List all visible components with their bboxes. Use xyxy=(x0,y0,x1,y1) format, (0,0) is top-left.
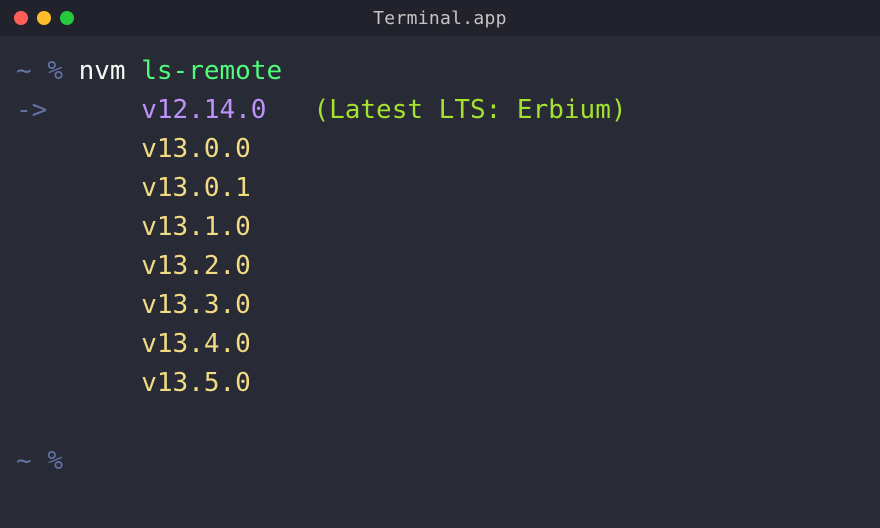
current-version: v12.14.0 xyxy=(141,95,266,125)
command-arg: ls-remote xyxy=(141,56,282,86)
output-version-line: v13.2.0 xyxy=(16,247,864,286)
output-current-line: -> v12.14.0 (Latest LTS: Erbium) xyxy=(16,91,864,130)
traffic-lights xyxy=(14,11,74,25)
arrow-indicator: -> xyxy=(16,95,47,125)
terminal-body[interactable]: ~ % nvm ls-remote -> v12.14.0 (Latest LT… xyxy=(0,36,880,528)
output-version-line: v13.0.1 xyxy=(16,169,864,208)
output-version-line: v13.3.0 xyxy=(16,286,864,325)
prompt-sep: % xyxy=(47,446,63,476)
version-item: v13.0.1 xyxy=(141,173,251,203)
output-version-line: v13.4.0 xyxy=(16,325,864,364)
version-item: v13.1.0 xyxy=(141,212,251,242)
prompt-line: ~ % nvm ls-remote xyxy=(16,52,864,91)
minimize-icon[interactable] xyxy=(37,11,51,25)
titlebar: Terminal.app xyxy=(0,0,880,36)
version-item: v13.0.0 xyxy=(141,134,251,164)
prompt-line: ~ % xyxy=(16,442,864,481)
output-version-line: v13.1.0 xyxy=(16,208,864,247)
close-icon[interactable] xyxy=(14,11,28,25)
current-note: (Latest LTS: Erbium) xyxy=(313,95,626,125)
maximize-icon[interactable] xyxy=(60,11,74,25)
version-item: v13.2.0 xyxy=(141,251,251,281)
prompt-tilde: ~ xyxy=(16,56,32,86)
window-title: Terminal.app xyxy=(0,8,880,29)
version-item: v13.3.0 xyxy=(141,290,251,320)
command-bin: nvm xyxy=(79,56,126,86)
empty-line xyxy=(16,403,864,442)
output-version-line: v13.0.0 xyxy=(16,130,864,169)
terminal-window: Terminal.app ~ % nvm ls-remote -> v12.14… xyxy=(0,0,880,528)
prompt-sep: % xyxy=(47,56,63,86)
version-item: v13.4.0 xyxy=(141,329,251,359)
prompt-tilde: ~ xyxy=(16,446,32,476)
version-item: v13.5.0 xyxy=(141,368,251,398)
output-version-line: v13.5.0 xyxy=(16,364,864,403)
